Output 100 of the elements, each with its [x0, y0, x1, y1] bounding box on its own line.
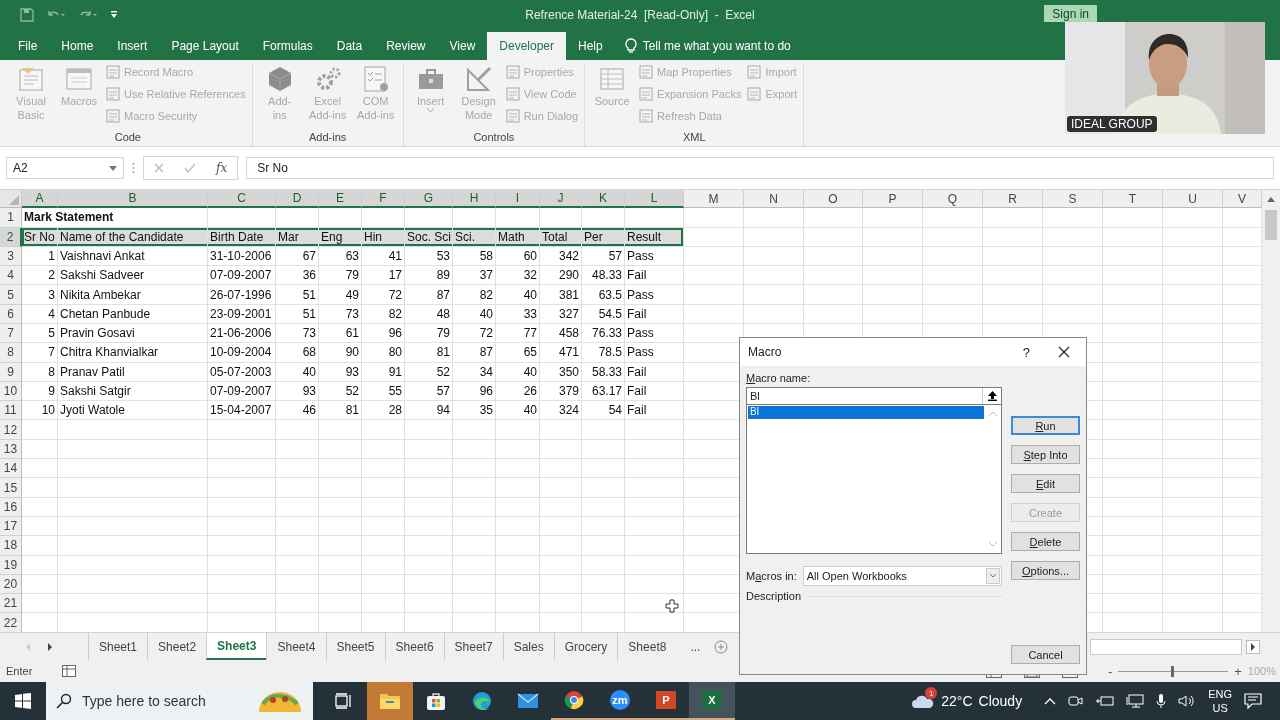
column-header[interactable]: V [1223, 190, 1262, 209]
empty-cell [744, 266, 804, 286]
ribbon-tab[interactable]: Insert [105, 31, 160, 60]
column-header[interactable]: M [684, 190, 744, 209]
zoom-slider-thumb[interactable] [1171, 665, 1175, 677]
row-header[interactable]: 10 [0, 381, 22, 402]
row-header[interactable]: 19 [0, 555, 22, 575]
dialog-button[interactable]: Delete [1011, 532, 1080, 551]
tell-me-field[interactable]: Tell me what you want to do [642, 38, 791, 53]
zoom-in-button[interactable]: + [1234, 663, 1242, 679]
battery-plug-icon[interactable] [1096, 695, 1115, 707]
cancel-button[interactable]: Cancel [1011, 645, 1080, 664]
save-icon[interactable] [20, 7, 34, 22]
ribbon-tab[interactable]: Review [374, 31, 438, 60]
ribbon-tab[interactable]: Help [566, 31, 615, 60]
record-macro-icon[interactable] [62, 665, 77, 678]
next-sheet-icon[interactable] [46, 641, 54, 652]
column-header[interactable]: G [405, 190, 453, 209]
column-header[interactable]: C [208, 190, 276, 209]
column-header[interactable]: Q [923, 190, 983, 209]
close-icon[interactable] [1058, 346, 1070, 358]
column-header[interactable]: D [276, 190, 319, 209]
row-header[interactable]: 1 [0, 208, 22, 228]
help-button[interactable]: ? [1022, 344, 1030, 360]
empty-cell [453, 420, 496, 440]
table-cell: 79 [405, 324, 453, 344]
ribbon-tab[interactable]: View [437, 31, 488, 60]
row-header[interactable]: 3 [0, 246, 22, 267]
ribbon-tab[interactable]: Data [324, 31, 375, 60]
chevron-up-icon[interactable] [1044, 697, 1057, 705]
row-header[interactable]: 2 [0, 227, 22, 247]
taskbar-search-field[interactable]: Type here to search [46, 682, 313, 720]
column-header[interactable]: O [804, 190, 863, 209]
horizontal-scrollbar[interactable] [1090, 638, 1242, 655]
column-header[interactable]: E [319, 190, 362, 209]
column-header[interactable]: S [1043, 190, 1103, 209]
scrollbar-thumb[interactable] [1265, 210, 1277, 241]
column-header[interactable]: L [625, 190, 684, 209]
row-header[interactable]: 14 [0, 459, 22, 479]
taskbar-app-button[interactable]: X [689, 682, 735, 720]
ribbon-tab[interactable]: File [6, 31, 50, 60]
windows-start-icon[interactable] [15, 693, 31, 709]
scroll-right-icon[interactable] [1246, 639, 1260, 654]
row-header[interactable]: 6 [0, 304, 22, 324]
zoom-out-button[interactable]: - [1107, 663, 1113, 679]
column-header[interactable]: J [540, 190, 582, 209]
column-header[interactable]: P [863, 190, 923, 209]
row-header[interactable]: 7 [0, 324, 22, 344]
row-header[interactable]: 13 [0, 439, 22, 460]
dialog-button[interactable]: Step Into [1011, 445, 1080, 464]
check-icon[interactable] [184, 163, 196, 174]
row-header[interactable]: 17 [0, 516, 22, 537]
column-header[interactable]: N [744, 190, 804, 209]
insert-function-button[interactable]: fx [216, 161, 228, 176]
name-box[interactable]: A2 [6, 157, 124, 180]
list-item[interactable]: Bl [748, 406, 984, 419]
column-header[interactable]: B [58, 190, 208, 209]
row-header[interactable]: 12 [0, 420, 22, 440]
row-header[interactable]: 4 [0, 266, 22, 286]
speaker-icon[interactable] [1178, 694, 1197, 708]
row-header[interactable]: 16 [0, 497, 22, 517]
camera-icon[interactable] [1068, 694, 1085, 708]
drag-handle-icon[interactable] [132, 162, 135, 175]
ribbon-tab[interactable]: Page Layout [159, 31, 251, 60]
sign-in-button[interactable]: Sign in [1044, 5, 1097, 22]
network-icon[interactable] [1126, 694, 1145, 708]
dialog-button[interactable]: Edit [1011, 474, 1080, 493]
macros-in-dropdown[interactable]: All Open Workbooks [802, 566, 1002, 586]
column-header[interactable]: A [22, 190, 58, 209]
more-sheets-button[interactable]: ... [690, 639, 701, 654]
row-header[interactable]: 5 [0, 285, 22, 305]
column-header[interactable]: K [582, 190, 625, 209]
ribbon-tab[interactable]: Developer [487, 31, 566, 60]
row-header[interactable]: 18 [0, 536, 22, 556]
row-header[interactable]: 9 [0, 362, 22, 382]
table-cell: 33 [496, 304, 540, 324]
formula-field[interactable]: Sr No [246, 157, 1274, 180]
column-header[interactable]: H [453, 190, 496, 209]
dialog-button[interactable]: Run [1011, 416, 1080, 435]
row-header[interactable]: 15 [0, 478, 22, 498]
column-header[interactable]: U [1163, 190, 1223, 209]
column-header[interactable]: R [983, 190, 1043, 209]
ribbon-tab[interactable]: Home [49, 31, 106, 60]
ribbon-tab[interactable]: Formulas [250, 31, 325, 60]
sheet-tab[interactable]: Sheet3 [206, 633, 267, 661]
app-logo: zm [610, 690, 630, 710]
row-header[interactable]: 11 [0, 401, 22, 421]
customize-icon[interactable] [110, 9, 118, 20]
column-header[interactable]: I [496, 190, 540, 209]
column-header[interactable]: T [1103, 190, 1163, 209]
language-indicator[interactable]: ENG US [1208, 687, 1232, 715]
row-header[interactable]: 8 [0, 343, 22, 363]
dialog-button[interactable]: Options... [1011, 561, 1080, 580]
column-header[interactable]: F [362, 190, 405, 209]
row-header[interactable]: 22 [0, 613, 22, 633]
row-header[interactable]: 21 [0, 594, 22, 614]
notifications-icon[interactable] [1244, 693, 1262, 709]
row-header[interactable]: 20 [0, 574, 22, 595]
table-cell: 63.17 [582, 381, 625, 402]
microphone-icon[interactable] [1156, 693, 1167, 709]
